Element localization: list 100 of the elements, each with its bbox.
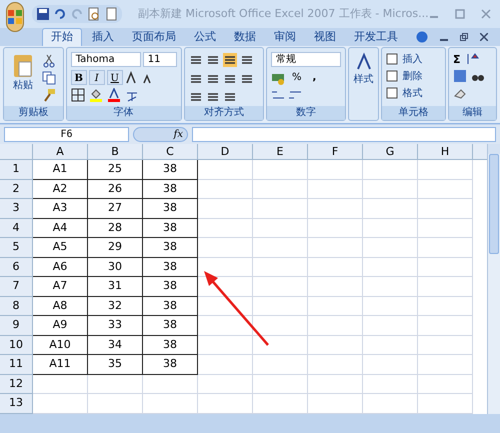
column-header[interactable]: F (308, 144, 363, 159)
ribbon-tab[interactable]: 页面布局 (124, 28, 184, 46)
table-cell: A6 (33, 258, 88, 277)
empty-cell (363, 199, 418, 218)
ribbon-tab[interactable]: 开始 (42, 28, 82, 46)
empty-cell (308, 374, 363, 394)
group-label: 数字 (267, 106, 346, 120)
empty-cell (418, 296, 473, 316)
row-header[interactable]: 12 (0, 374, 33, 394)
table-cell: 38 (143, 336, 198, 355)
copy-icon[interactable] (42, 71, 56, 85)
empty-cell (418, 199, 473, 218)
table-cell: 27 (88, 199, 143, 218)
column-header[interactable]: E (253, 144, 308, 159)
column-header[interactable]: D (198, 144, 253, 159)
close-icon[interactable] (480, 33, 488, 41)
empty-cell (253, 199, 308, 218)
column-header[interactable]: B (88, 144, 143, 159)
row-header[interactable]: 13 (0, 394, 33, 414)
print-preview-icon[interactable] (87, 7, 101, 21)
empty-cell (198, 374, 253, 394)
table-cell: 38 (143, 355, 198, 374)
format-painter-icon[interactable] (42, 88, 56, 102)
logo-icon (7, 9, 23, 25)
group-label: 字体 (66, 106, 181, 120)
ribbon-tab[interactable]: 审阅 (266, 28, 304, 46)
cells-icon (386, 53, 398, 65)
empty-cell (363, 394, 418, 414)
row-header[interactable]: 11 (0, 355, 33, 374)
row-header[interactable]: 5 (0, 238, 33, 258)
empty-cell (198, 160, 253, 180)
empty-cell (143, 374, 198, 394)
new-document-icon[interactable] (104, 7, 118, 21)
formula-field[interactable] (192, 127, 496, 142)
align-icon[interactable] (222, 53, 237, 67)
help-icon[interactable] (416, 31, 428, 43)
font-color-icon[interactable] (106, 88, 121, 102)
function-icon[interactable]: fx (174, 127, 183, 142)
borders-icon[interactable] (70, 88, 85, 102)
scissors-icon[interactable] (42, 54, 56, 68)
row-header[interactable]: 10 (0, 336, 33, 355)
table-cell: A9 (33, 316, 88, 336)
ribbon-tab[interactable]: 开发工具 (346, 28, 406, 46)
bold-button[interactable]: B (70, 70, 87, 85)
comma-button[interactable]: , (308, 70, 320, 85)
empty-cell (198, 296, 253, 316)
empty-cell (363, 277, 418, 296)
ribbon-tab[interactable]: 视图 (306, 28, 344, 46)
empty-cell (363, 238, 418, 258)
empty-cell (363, 258, 418, 277)
empty-cell (418, 180, 473, 199)
column-header[interactable]: H (418, 144, 473, 159)
empty-cell (198, 218, 253, 238)
table-cell: A11 (33, 355, 88, 374)
row-header[interactable]: 4 (0, 218, 33, 238)
insert-button[interactable]: 插入 (386, 52, 422, 66)
cells-icon (386, 70, 398, 82)
percent-button[interactable]: % (288, 70, 306, 85)
group-label: 单元格 (382, 106, 446, 120)
ribbon-tab[interactable]: 插入 (84, 28, 122, 46)
empty-cell (418, 258, 473, 277)
delete-button[interactable]: 删除 (386, 69, 422, 83)
empty-cell (363, 336, 418, 355)
row-header[interactable]: 6 (0, 258, 33, 277)
empty-cell (418, 355, 473, 374)
row-header[interactable]: 8 (0, 296, 33, 316)
paste-button[interactable]: 粘贴 (8, 52, 38, 106)
row-header[interactable]: 3 (0, 199, 33, 218)
fill-color-icon[interactable] (88, 88, 103, 102)
number-format-field[interactable]: 常规 (271, 52, 342, 67)
empty-cell (198, 316, 253, 336)
underline-button[interactable]: U (106, 70, 123, 85)
table-cell: 31 (88, 277, 143, 296)
format-button[interactable]: 格式 (386, 86, 422, 100)
italic-button[interactable]: I (88, 70, 105, 85)
name-box[interactable]: F6 (4, 127, 129, 142)
restore-icon[interactable] (460, 33, 468, 41)
row-header[interactable]: 2 (0, 180, 33, 199)
office-button[interactable] (6, 2, 24, 32)
empty-cell (308, 296, 363, 316)
row-header[interactable]: 1 (0, 160, 33, 180)
column-header[interactable]: C (143, 144, 198, 159)
ribbon-tab[interactable]: 数据 (226, 28, 264, 46)
empty-cell (308, 238, 363, 258)
empty-cell (418, 394, 473, 414)
empty-cell (198, 355, 253, 374)
save-icon[interactable] (36, 7, 50, 21)
column-header[interactable]: A (33, 144, 88, 159)
font-size-field[interactable]: 11 (142, 52, 177, 67)
table-cell: 28 (88, 218, 143, 238)
autosum-button[interactable]: Σ (453, 52, 461, 66)
vertical-scrollbar[interactable] (487, 144, 500, 414)
row-header[interactable]: 7 (0, 277, 33, 296)
undo-icon[interactable] (53, 7, 67, 21)
font-name-field[interactable]: Tahoma (70, 52, 141, 67)
ribbon-tab[interactable]: 公式 (186, 28, 224, 46)
row-header[interactable]: 9 (0, 316, 33, 336)
empty-cell (308, 394, 363, 414)
empty-cell (308, 160, 363, 180)
column-header[interactable]: G (363, 144, 418, 159)
